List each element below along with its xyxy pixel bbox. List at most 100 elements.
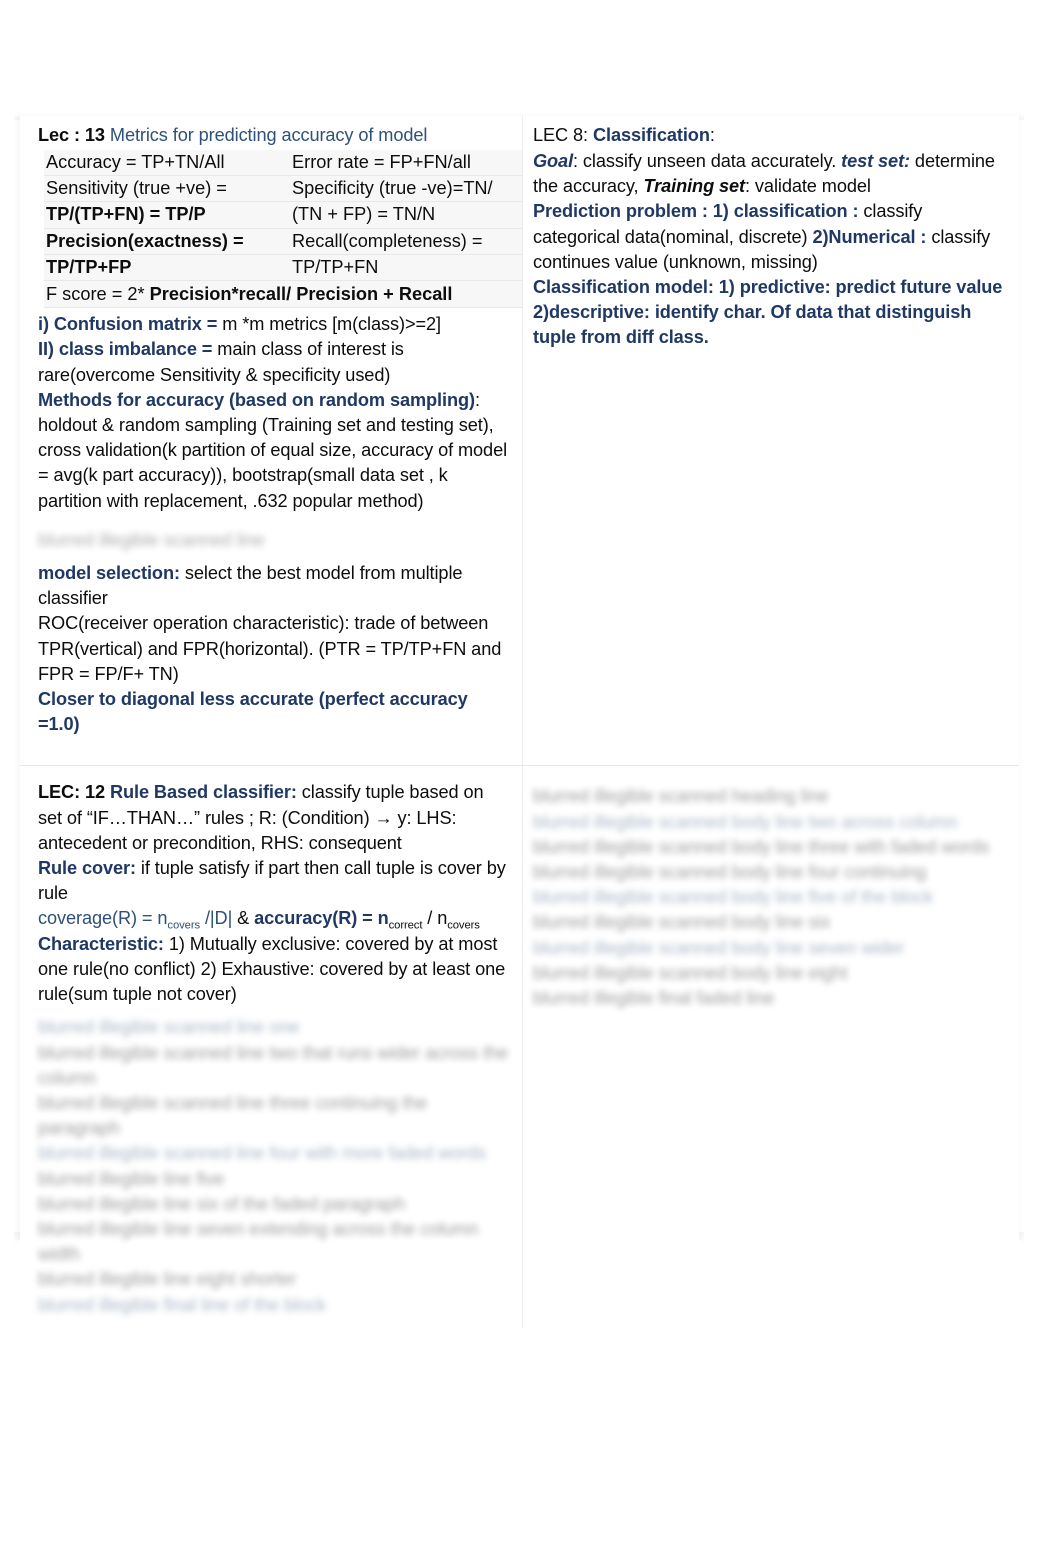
lec12-heading-label: LEC: 12 <box>38 782 110 803</box>
metrics-cell-fscore: F score = 2* Precision*recall/ Precision… <box>44 280 534 309</box>
characteristic-label: Characteristic: <box>38 933 164 954</box>
accuracy-label: accuracy(R) = n <box>254 908 389 929</box>
accuracy-subscript-covers: covers <box>447 920 480 933</box>
lec13-heading: Lec : 13 Metrics for predicting accuracy… <box>38 122 512 148</box>
goal-label: Goal <box>533 151 574 171</box>
lec13-heading-label: Lec : 13 <box>38 125 105 145</box>
closer-to-diagonal-line: Closer to diagonal less accurate (perfec… <box>38 689 468 735</box>
metrics-cell-precision-formula: TP/TP+FP <box>44 254 290 282</box>
notes-row-top: Lec : 13 Metrics for predicting accuracy… <box>20 116 1019 767</box>
faded-line: blurred illegible line five <box>38 1168 225 1189</box>
faded-line: blurred illegible line six of the faded … <box>38 1193 406 1214</box>
confusion-matrix-line: i) Confusion matrix = m *m metrics [m(cl… <box>38 312 512 337</box>
coverage-accuracy-formula: coverage(R) = ncovers /|D| & accuracy(R)… <box>38 906 512 931</box>
methods-paragraph: Methods for accuracy (based on random sa… <box>38 388 512 514</box>
faded-line: blurred illegible final faded line <box>533 988 775 1009</box>
methods-text: holdout & random sampling (Training set … <box>38 415 508 511</box>
methods-label: Methods for accuracy (based on random sa… <box>38 389 475 410</box>
document-page: Lec : 13 Metrics for predicting accuracy… <box>0 0 1062 1556</box>
metrics-row: TP/(TP+FN) = TP/P (TN + FP) = TN/N <box>44 201 534 229</box>
metrics-cell-recall: Recall(completeness) = <box>290 228 534 255</box>
classification-model-paragraph: Classification model: 1) predictive: pre… <box>533 277 1003 348</box>
rule-cover-paragraph: Rule cover: if tuple satisfy if part the… <box>38 856 512 906</box>
lec12-heading-title: Rule Based classifier: <box>109 782 297 803</box>
lec8-heading-colon: : <box>709 125 715 145</box>
lec12-faded-block: blurred illegible scanned line one blurr… <box>38 1015 512 1317</box>
metrics-row: TP/TP+FP TP/TP+FN <box>44 254 534 282</box>
roc-paragraph: ROC(receiver operation characteristic): … <box>38 613 502 684</box>
metrics-row: Sensitivity (true +ve) = Specificity (tr… <box>44 175 534 203</box>
training-set-label: Training set <box>643 176 746 197</box>
metrics-row: Precision(exactness) = Recall(completene… <box>44 228 534 255</box>
metrics-row: Accuracy = TP+TN/All Error rate = FP+FN/… <box>44 150 534 177</box>
metrics-table: Accuracy = TP+TN/All Error rate = FP+FN/… <box>44 150 534 309</box>
lec8-prediction-paragraph: Prediction problem : 1) classification :… <box>533 199 1009 275</box>
lec8-heading-label: LEC 8: <box>533 125 593 145</box>
lec8-heading-title: Classification <box>592 125 710 145</box>
lec8-heading: LEC 8: Classification: <box>533 122 1009 148</box>
faded-line: blurred illegible scanned body line four… <box>533 862 927 883</box>
notes-grid: Lec : 13 Metrics for predicting accuracy… <box>20 116 1019 1328</box>
methods-colon: : <box>474 389 480 410</box>
faded-line: blurred illegible final line of the bloc… <box>38 1294 327 1315</box>
lec12-heading-paragraph: LEC: 12 Rule Based classifier: classify … <box>38 780 512 856</box>
metrics-row-fscore: F score = 2* Precision*recall/ Precision… <box>44 280 534 309</box>
cell-lec8: LEC 8: Classification: Goal: classify un… <box>522 116 1019 767</box>
faded-line-text: blurred illegible scanned line <box>38 529 265 550</box>
fscore-prefix: F score = 2* <box>46 284 150 305</box>
faded-line: blurred illegible scanned line two that … <box>38 1042 509 1088</box>
faded-line: blurred illegible scanned body line six <box>533 912 831 933</box>
coverage-label: coverage(R) = n <box>38 908 168 929</box>
model-selection-label: model selection: <box>38 563 180 584</box>
faded-line: blurred illegible line eight shorter <box>38 1269 297 1290</box>
coverage-tail: /|D| <box>200 908 233 929</box>
faded-line: blurred illegible line seven extending a… <box>38 1218 479 1265</box>
metrics-cell-sensitivity-formula: TP/(TP+FN) = TP/P <box>44 201 290 229</box>
fscore-formula: Precision*recall/ Precision + Recall <box>149 284 453 305</box>
confusion-matrix-text: m *m metrics [m(class)>=2] <box>222 314 441 335</box>
faded-line: blurred illegible scanned body line eigh… <box>533 962 848 983</box>
metrics-cell-sensitivity: Sensitivity (true +ve) = <box>44 175 290 203</box>
faded-line: blurred illegible scanned body line seve… <box>533 937 905 958</box>
coverage-subscript: covers <box>167 920 201 933</box>
training-set-text: : validate model <box>745 176 871 197</box>
characteristic-paragraph: Characteristic: 1) Mutually exclusive: c… <box>38 932 512 1008</box>
faded-line: blurred illegible scanned body line five… <box>533 887 934 908</box>
metrics-cell-error-rate: Error rate = FP+FN/all <box>290 150 534 177</box>
metrics-cell-specificity-formula: (TN + FP) = TN/N <box>290 201 534 229</box>
prediction-problem-label: Prediction problem : 1) classification : <box>533 201 859 222</box>
cell-lec12: LEC: 12 Rule Based classifier: classify … <box>20 765 523 1328</box>
metrics-cell-specificity: Specificity (true -ve)=TN/ <box>290 175 534 203</box>
faded-line: blurred illegible scanned line three con… <box>38 1092 428 1139</box>
accuracy-subscript-correct: correct <box>388 920 423 933</box>
cell-lec13: Lec : 13 Metrics for predicting accuracy… <box>20 116 534 767</box>
metrics-cell-recall-formula: TP/TP+FN <box>290 254 534 282</box>
faded-line: blurred illegible scanned heading line <box>533 786 829 807</box>
notes-row-bottom: LEC: 12 Rule Based classifier: classify … <box>20 765 1019 1328</box>
lec13-heading-title: Metrics for predicting accuracy of model <box>109 125 428 145</box>
test-set-label: test set: <box>841 151 910 171</box>
faded-line: blurred illegible scanned body line thre… <box>533 836 990 857</box>
goal-text: : classify unseen data accurately. <box>573 151 842 171</box>
confusion-matrix-label: i) Confusion matrix = <box>38 314 223 335</box>
class-imbalance-label: II) class imbalance = <box>38 339 218 360</box>
class-imbalance-line: II) class imbalance = main class of inte… <box>38 337 512 387</box>
numerical-label: 2)Numerical : <box>812 226 927 247</box>
rule-cover-label: Rule cover: <box>38 858 136 879</box>
metrics-cell-precision: Precision(exactness) = <box>44 228 290 255</box>
right-bottom-faded-block: blurred illegible scanned heading line b… <box>533 784 1009 1011</box>
faded-line: blurred illegible scanned line one <box>38 1017 300 1038</box>
cell-right-bottom: blurred illegible scanned heading line b… <box>522 765 1019 1328</box>
lec8-goal-paragraph: Goal: classify unseen data accurately. t… <box>533 149 1009 199</box>
faded-line: blurred illegible scanned line four with… <box>38 1143 487 1164</box>
accuracy-mid: / n <box>422 908 448 929</box>
faded-illegible-line: blurred illegible scanned line <box>38 528 512 553</box>
metrics-cell-accuracy: Accuracy = TP+TN/All <box>44 150 290 177</box>
faded-line: blurred illegible scanned body line two … <box>533 811 958 832</box>
formula-ampersand: & <box>232 908 255 929</box>
model-selection-line: model selection: select the best model f… <box>38 561 512 611</box>
